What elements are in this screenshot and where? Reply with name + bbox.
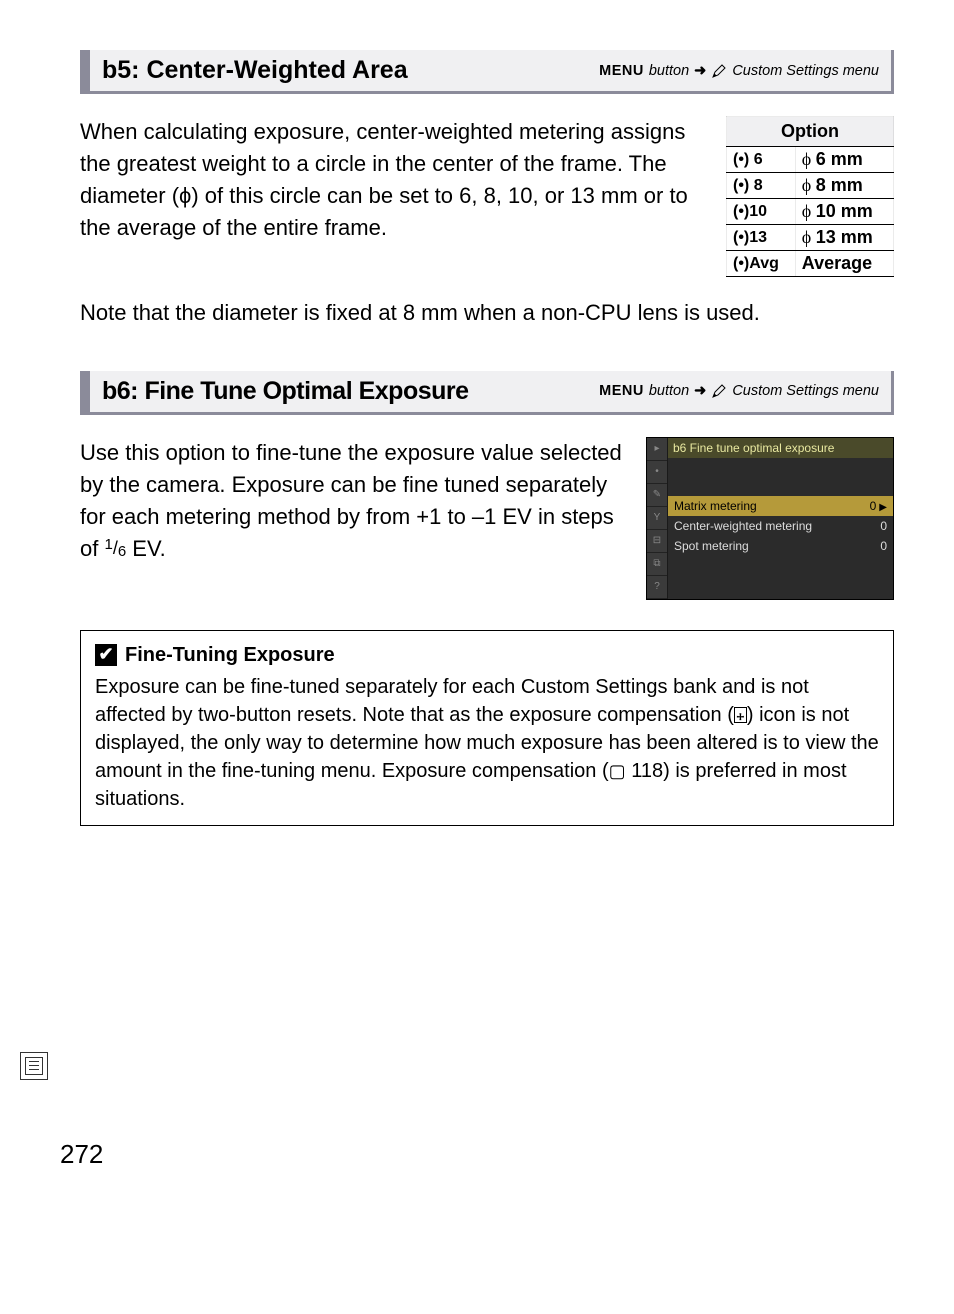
lcd-row: Matrix metering 0▶ (668, 496, 893, 516)
manual-page: b5: Center-Weighted Area MENU button ➜ C… (0, 0, 954, 1200)
option-value: ϕ 10 mm (795, 199, 893, 225)
option-value: ϕ 6 mm (795, 147, 893, 173)
option-code: (•) 6 (727, 147, 796, 173)
option-value: Average (795, 251, 893, 277)
options-header: Option (727, 117, 894, 147)
arrow-right-icon: ➜ (694, 383, 706, 399)
info-box-fine-tuning: ✔ Fine-Tuning Exposure Exposure can be f… (80, 630, 894, 826)
lcd-row-value-group: 0 (880, 539, 887, 553)
lcd-row: Spot metering 0 (668, 536, 893, 556)
b5-options-table: Option (•) 6ϕ 6 mm(•) 8ϕ 8 mm(•)10ϕ 10 m… (726, 116, 894, 277)
b5-note: Note that the diameter is fixed at 8 mm … (80, 297, 894, 329)
lcd-spacer (668, 556, 893, 584)
lcd-row: Center-weighted metering 0 (668, 516, 893, 536)
lcd-row-value-group: 0▶ (870, 499, 887, 513)
page-ref: 118 (626, 760, 663, 782)
page-number: 272 (60, 1139, 103, 1170)
lcd-layout: ▸ • ✎ Y ⊟ ⧉ ? b6 Fine tune optimal expos… (647, 438, 893, 599)
option-row: (•) 8ϕ 8 mm (727, 173, 894, 199)
option-row: (•)AvgAverage (727, 251, 894, 277)
section-title-b6: b6: Fine Tune Optimal Exposure (102, 377, 469, 406)
fraction-numerator: 1 (104, 536, 112, 553)
arrow-right-icon: ➜ (694, 63, 706, 79)
lcd-blank (668, 458, 893, 496)
pencil-icon (711, 383, 727, 399)
lcd-row-label: Spot metering (674, 539, 749, 553)
option-value: ϕ 13 mm (795, 225, 893, 251)
info-heading-row: ✔ Fine-Tuning Exposure (95, 641, 879, 669)
lcd-tab-icon: ▸ (647, 438, 667, 461)
lcd-row-label: Matrix metering (674, 499, 757, 513)
option-row: (•) 6ϕ 6 mm (727, 147, 894, 173)
menu-name: Custom Settings menu (732, 383, 879, 399)
b6-body-text: Use this option to fine-tune the exposur… (80, 437, 626, 565)
check-icon: ✔ (95, 644, 117, 666)
b6-body-row: Use this option to fine-tune the exposur… (80, 437, 894, 600)
lcd-tab-icon: ? (647, 576, 667, 599)
menu-label: MENU (599, 383, 644, 399)
lcd-tab-icon: • (647, 461, 667, 484)
lcd-tab-icon: ⧉ (647, 553, 667, 576)
lcd-tab-icon: ⊟ (647, 530, 667, 553)
option-row: (•)13ϕ 13 mm (727, 225, 894, 251)
option-value: ϕ 8 mm (795, 173, 893, 199)
b5-body-row: When calculating exposure, center-weight… (80, 116, 894, 277)
lcd-tab-icon: Y (647, 507, 667, 530)
lcd-title: b6 Fine tune optimal exposure (668, 438, 893, 458)
menu-label: MENU (599, 63, 644, 79)
lcd-tab-icon: ✎ (647, 484, 667, 507)
option-code: (•)10 (727, 199, 796, 225)
pencil-icon (711, 63, 727, 79)
section-breadcrumb-b6: MENU button ➜ Custom Settings menu (599, 383, 879, 399)
camera-lcd-preview: ▸ • ✎ Y ⊟ ⧉ ? b6 Fine tune optimal expos… (646, 437, 894, 600)
section-header-b5: b5: Center-Weighted Area MENU button ➜ C… (80, 50, 894, 94)
margin-menu-icon (20, 1052, 48, 1080)
chevron-right-icon: ▶ (879, 502, 887, 513)
option-code: (•) 8 (727, 173, 796, 199)
fraction-one-sixth: 1/6 (104, 541, 126, 558)
fraction-denominator: 6 (118, 543, 126, 560)
b5-body-text: When calculating exposure, center-weight… (80, 116, 704, 244)
lcd-row-value: 0 (880, 539, 887, 553)
option-row: (•)10ϕ 10 mm (727, 199, 894, 225)
info-body: Exposure can be fine-tuned separately fo… (95, 673, 879, 813)
lcd-row-value-group: 0 (880, 519, 887, 533)
button-word: button (649, 383, 689, 399)
menu-name: Custom Settings menu (732, 63, 879, 79)
lcd-main: b6 Fine tune optimal exposure Matrix met… (668, 438, 893, 599)
lcd-side-tabs: ▸ • ✎ Y ⊟ ⧉ ? (647, 438, 668, 599)
lcd-row-label: Center-weighted metering (674, 519, 812, 533)
info-heading: Fine-Tuning Exposure (125, 641, 335, 669)
section-breadcrumb-b5: MENU button ➜ Custom Settings menu (599, 63, 879, 79)
button-word: button (649, 63, 689, 79)
lcd-row-value: 0 (870, 499, 877, 513)
info-text-1: Exposure can be fine-tuned separately fo… (95, 676, 809, 726)
section-title-b5: b5: Center-Weighted Area (102, 56, 408, 85)
option-code: (•)13 (727, 225, 796, 251)
option-code: (•)Avg (727, 251, 796, 277)
section-header-b6: b6: Fine Tune Optimal Exposure MENU butt… (80, 371, 894, 415)
list-icon (25, 1057, 43, 1075)
exposure-compensation-icon: ⧾ (734, 707, 747, 723)
lcd-row-value: 0 (880, 519, 887, 533)
page-reference-icon: ▢ (609, 761, 626, 781)
b6-text-post: EV. (126, 536, 166, 561)
